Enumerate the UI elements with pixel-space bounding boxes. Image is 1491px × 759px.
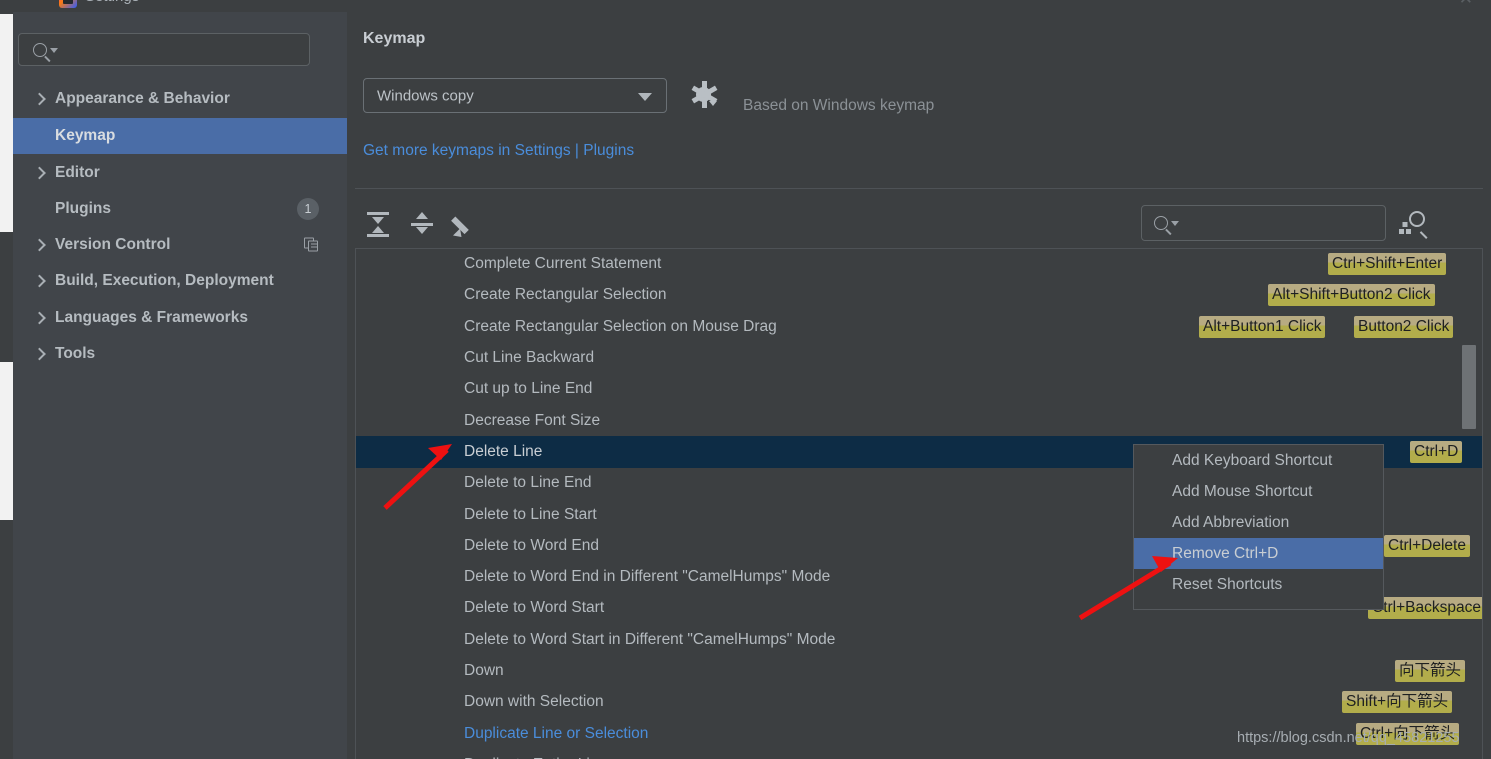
menu-item-reset-shortcuts[interactable]: Reset Shortcuts	[1134, 569, 1383, 600]
keymap-panel: Keymap Windows copy Based on Windows key…	[347, 12, 1491, 759]
search-dropdown-caret-icon[interactable]	[50, 48, 58, 53]
table-row[interactable]: Complete Current Statement Ctrl+Shift+Ent…	[356, 249, 1482, 280]
action-name: Delete to Word Start	[464, 599, 605, 617]
gear-icon	[696, 87, 711, 102]
table-row[interactable]: Duplicate Entire Lines	[356, 749, 1482, 759]
search-icon	[33, 43, 47, 57]
shortcut-badge[interactable]: Alt+Shift+Button2 Click	[1268, 284, 1435, 307]
search-dropdown-caret-icon[interactable]	[1171, 221, 1179, 226]
page-title: Keymap	[363, 30, 426, 47]
sidebar-item-plugins[interactable]: Plugins 1	[13, 191, 347, 227]
action-name: Cut Line Backward	[464, 349, 595, 367]
shortcut-badge[interactable]: Button2 Click	[1354, 315, 1454, 338]
action-name: Cut up to Line End	[464, 380, 593, 398]
sidebar-item-label: Build, Execution, Deployment	[55, 272, 274, 289]
table-row[interactable]: Decrease Font Size	[356, 405, 1482, 436]
keymap-select-value: Windows copy	[377, 87, 474, 104]
menu-item-remove-shortcut[interactable]: Remove Ctrl+D	[1134, 538, 1383, 569]
action-name: Create Rectangular Selection	[464, 286, 667, 304]
sidebar-item-tools[interactable]: Tools	[13, 336, 347, 372]
table-row[interactable]: Delete to Word Start in Different "Camel…	[356, 624, 1482, 655]
shortcut-badge[interactable]: Ctrl+D	[1410, 440, 1463, 463]
action-name: Delete to Word End in Different "CamelHu…	[464, 568, 831, 586]
divider	[355, 188, 1483, 189]
menu-item-add-abbreviation[interactable]: Add Abbreviation	[1134, 507, 1383, 538]
chevron-right-icon[interactable]	[33, 274, 46, 288]
action-name: Complete Current Statement	[464, 255, 662, 273]
keymap-select[interactable]: Windows copy	[363, 78, 667, 113]
sidebar-item-label: Appearance & Behavior	[55, 90, 230, 107]
shortcut-badge[interactable]: Ctrl+Shift+Enter	[1328, 253, 1447, 276]
table-row[interactable]: Down with Selection Shift+向下箭头	[356, 687, 1482, 718]
action-name: Delete to Line End	[464, 474, 592, 492]
sidebar-item-languages-frameworks[interactable]: Languages & Frameworks	[13, 300, 347, 336]
sidebar-item-label: Languages & Frameworks	[55, 309, 248, 326]
expand-all-icon[interactable]	[364, 210, 392, 238]
sidebar-item-label: Tools	[55, 345, 96, 362]
based-on-label: Based on Windows keymap	[743, 97, 935, 114]
settings-sidebar: Appearance & Behavior Keymap Editor Plug…	[13, 12, 347, 759]
sidebar-item-appearance-behavior[interactable]: Appearance & Behavior	[13, 81, 347, 117]
watermark-url: https://blog.csdn.net/qq_45821255	[1237, 730, 1460, 746]
get-more-keymaps-link[interactable]: Get more keymaps in Settings | Plugins	[363, 142, 634, 160]
menu-item-add-keyboard-shortcut[interactable]: Add Keyboard Shortcut	[1134, 445, 1383, 476]
settings-dialog: Appearance & Behavior Keymap Editor Plug…	[13, 12, 1491, 759]
background-strip-segment	[0, 520, 13, 759]
chevron-right-icon[interactable]	[33, 311, 46, 325]
action-name: Create Rectangular Selection on Mouse Dr…	[464, 317, 777, 335]
shortcut-badge[interactable]: Ctrl+Backspace	[1368, 597, 1482, 620]
table-row[interactable]: Down 向下箭头	[356, 655, 1482, 686]
background-strip-segment	[0, 232, 13, 362]
sidebar-item-editor[interactable]: Editor	[13, 155, 347, 191]
action-name: Duplicate Line or Selection	[464, 724, 649, 742]
action-name: Delete to Word End	[464, 536, 599, 554]
action-name: Delete to Line Start	[464, 505, 597, 523]
shortcut-context-menu[interactable]: Add Keyboard Shortcut Add Mouse Shortcut…	[1133, 444, 1384, 610]
action-name: Delete to Word Start in Different "Camel…	[464, 630, 836, 648]
sidebar-item-build-execution-deployment[interactable]: Build, Execution, Deployment	[13, 263, 347, 299]
close-icon[interactable]: ✕	[1459, 0, 1473, 9]
sidebar-item-keymap[interactable]: Keymap	[13, 118, 347, 154]
window-title: Settings	[85, 0, 139, 5]
sidebar-item-label: Editor	[55, 164, 100, 181]
menu-item-add-mouse-shortcut[interactable]: Add Mouse Shortcut	[1134, 476, 1383, 507]
table-row[interactable]: Create Rectangular Selection Alt+Shift+Bu…	[356, 280, 1482, 311]
action-name: Down	[464, 662, 504, 680]
status-badge: 1	[297, 198, 319, 220]
chevron-down-icon	[638, 92, 652, 101]
table-row[interactable]: Create Rectangular Selection on Mouse Dr…	[356, 311, 1482, 342]
shortcut-badge[interactable]: Alt+Button1 Click	[1199, 315, 1326, 338]
jetbrains-logo-icon	[59, 0, 77, 8]
chevron-down-icon	[709, 101, 717, 106]
shortcut-badge[interactable]: Shift+向下箭头	[1342, 691, 1453, 714]
keymap-settings-gear-button[interactable]	[691, 81, 717, 108]
action-name: Delete Line	[464, 442, 543, 460]
action-name: Decrease Font Size	[464, 411, 601, 429]
action-name: Down with Selection	[464, 693, 604, 711]
pencil-icon[interactable]	[451, 210, 480, 241]
background-window-strip	[0, 0, 13, 759]
search-icon	[1154, 216, 1168, 230]
chevron-right-icon[interactable]	[33, 238, 46, 252]
find-shortcut-icon[interactable]	[1399, 209, 1428, 239]
table-row[interactable]: Cut up to Line End	[356, 374, 1482, 405]
chevron-right-icon[interactable]	[33, 166, 46, 180]
sidebar-item-label: Version Control	[55, 236, 171, 253]
sidebar-item-version-control[interactable]: Version Control	[13, 227, 347, 263]
collapse-all-icon[interactable]	[408, 210, 436, 238]
shortcut-badge[interactable]: Ctrl+Delete	[1384, 534, 1470, 557]
sidebar-item-label: Keymap	[55, 127, 116, 144]
keymap-search-input[interactable]	[1141, 205, 1386, 241]
actions-list-scrollbar[interactable]	[1462, 345, 1476, 429]
sidebar-item-label: Plugins	[55, 200, 111, 217]
copy-icon	[304, 237, 319, 253]
shortcut-badge[interactable]: 向下箭头	[1395, 660, 1466, 683]
dialog-titlebar: Settings ✕	[13, 0, 1491, 12]
background-strip-segment	[0, 0, 13, 14]
table-row[interactable]: Cut Line Backward	[356, 342, 1482, 373]
chevron-right-icon[interactable]	[33, 92, 46, 106]
sidebar-search-input[interactable]	[18, 33, 310, 66]
chevron-right-icon[interactable]	[33, 347, 46, 361]
